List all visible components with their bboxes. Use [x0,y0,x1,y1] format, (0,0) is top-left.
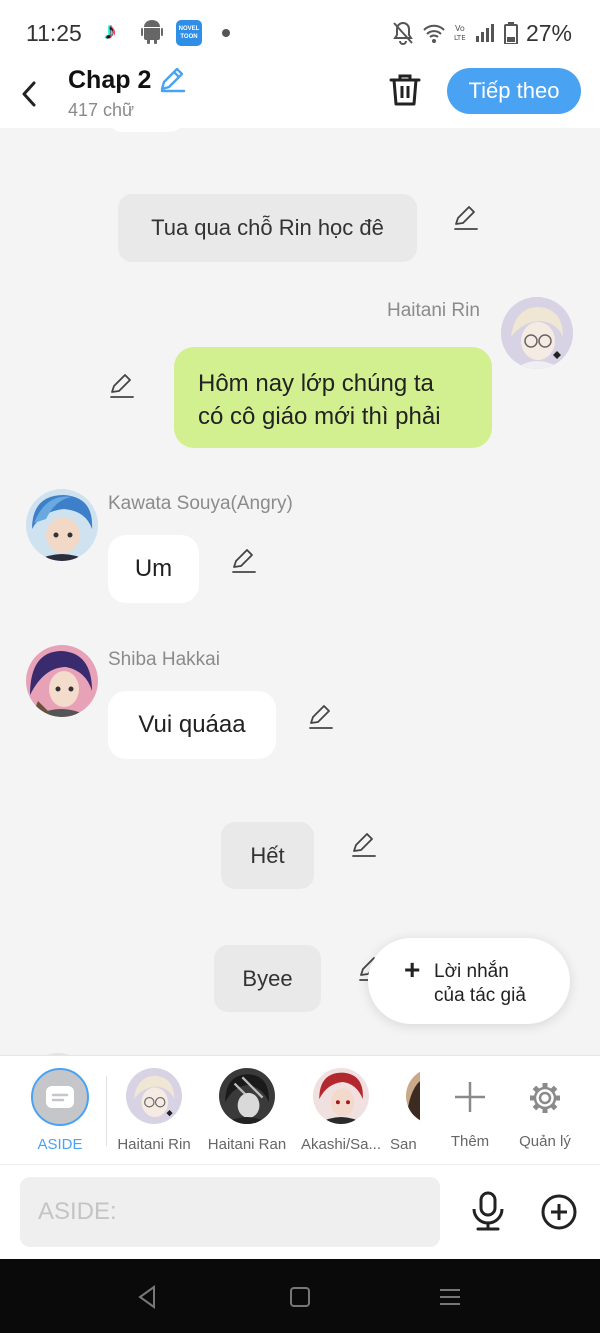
input-bar [0,1164,600,1259]
partial-message-row [34,1048,334,1055]
signal-icon [475,24,494,42]
next-button[interactable]: Tiếp theo [447,68,581,114]
trash-icon[interactable] [388,72,422,108]
message-line: Hôm nay lớp chúng ta [198,370,434,397]
author-note-label: của tác giả [434,985,526,1006]
character-avatar [313,1068,369,1124]
edit-pencil-icon[interactable] [307,703,335,731]
word-count: 417 chữ [68,100,135,120]
message-bubble-left[interactable]: Um [108,535,199,603]
message-bubble-right[interactable]: Hôm nay lớp chúng ta có cô giáo mới thì … [174,347,492,448]
edit-pencil-icon[interactable] [452,204,480,232]
edit-pencil-icon[interactable] [230,547,258,575]
aside-message[interactable]: Byee [214,945,321,1012]
status-bar: 11:25 ♪ NOVEL TOON Vo LTE 27% [0,0,600,64]
aside-message[interactable]: Hết [221,822,314,889]
status-right: Vo LTE 27% [392,18,572,48]
character-label: San [390,1136,417,1153]
manage-label: Quản lý [519,1133,571,1150]
message-icon [46,1086,74,1108]
aside-avatar [31,1068,89,1126]
character-avatar [406,1068,420,1124]
battery-icon [503,22,518,44]
chat-area[interactable]: Tua qua chỗ Rin học đê Haitani Rin Hôm n… [0,128,600,1055]
author-note-button[interactable]: + Lời nhắn của tác giả [368,938,570,1024]
avatar-shiba-hakkai[interactable] [26,645,98,717]
character-bar: ASIDE Haitani Rin Haitani Ran Akashi/Sa.… [0,1055,600,1164]
author-note-label: Lời nhắn [434,961,509,982]
character-haitani-rin[interactable]: Haitani Rin [109,1068,199,1153]
character-label: Haitani Ran [207,1136,287,1153]
edit-pencil-icon[interactable] [350,831,378,859]
message-bubble-left[interactable]: Vui quáaa [108,691,276,759]
status-time: 11:25 [26,20,82,46]
character-label: Haitani Rin [117,1136,191,1153]
avatar-haitani-rin[interactable] [501,297,573,369]
chapter-title[interactable]: Chap 2 [68,66,151,95]
system-nav-bar [0,1259,600,1333]
plus-icon: + [404,954,421,985]
character-label: Akashi/Sa... [300,1136,382,1153]
battery-percent: 27% [525,19,572,46]
volte-icon: VoLTE [454,24,466,42]
manage-button[interactable]: Quản lý [500,1068,590,1150]
pencil-icon[interactable] [157,64,187,94]
nav-back-icon[interactable] [134,1283,162,1311]
nav-menu-icon[interactable] [436,1283,464,1311]
divider [106,1076,107,1146]
svg-text:Vo: Vo [455,24,465,33]
message-line: có cô giáo mới thì phải [198,403,441,430]
sender-name: Haitani Rin [387,300,480,321]
message-input[interactable] [20,1177,440,1247]
add-circle-icon[interactable] [540,1193,578,1231]
character-akashi[interactable]: Akashi/Sa... [296,1068,386,1153]
character-avatar [126,1068,182,1124]
tiktok-icon: ♪ [104,18,116,45]
android-icon [141,18,163,44]
sender-name: Shiba Hakkai [108,649,220,670]
character-aside[interactable]: ASIDE [15,1068,105,1153]
sender-name: Kawata Souya(Angry) [108,493,293,514]
notification-dot-icon [222,29,230,37]
plus-icon [455,1082,485,1112]
chevron-left-icon [22,81,36,107]
wifi-icon [423,24,445,43]
novel-toon-icon: NOVEL TOON [176,20,202,46]
aside-message[interactable]: Tua qua chỗ Rin học đê [118,194,417,262]
character-label: ASIDE [37,1136,83,1153]
character-san[interactable]: San [390,1068,420,1153]
partial-message-bubble[interactable] [108,128,184,132]
svg-text:LTE: LTE [454,34,466,42]
nav-home-icon[interactable] [286,1283,314,1311]
character-haitani-ran[interactable]: Haitani Ran [202,1068,292,1153]
edit-pencil-icon[interactable] [108,372,136,400]
character-avatar [219,1068,275,1124]
microphone-icon[interactable] [470,1191,506,1231]
mute-icon [393,21,413,45]
avatar-kawata-souya[interactable] [26,489,98,561]
editor-header: Chap 2 417 chữ Tiếp theo [0,64,600,128]
back-button[interactable] [14,74,44,114]
gear-icon [530,1083,560,1113]
